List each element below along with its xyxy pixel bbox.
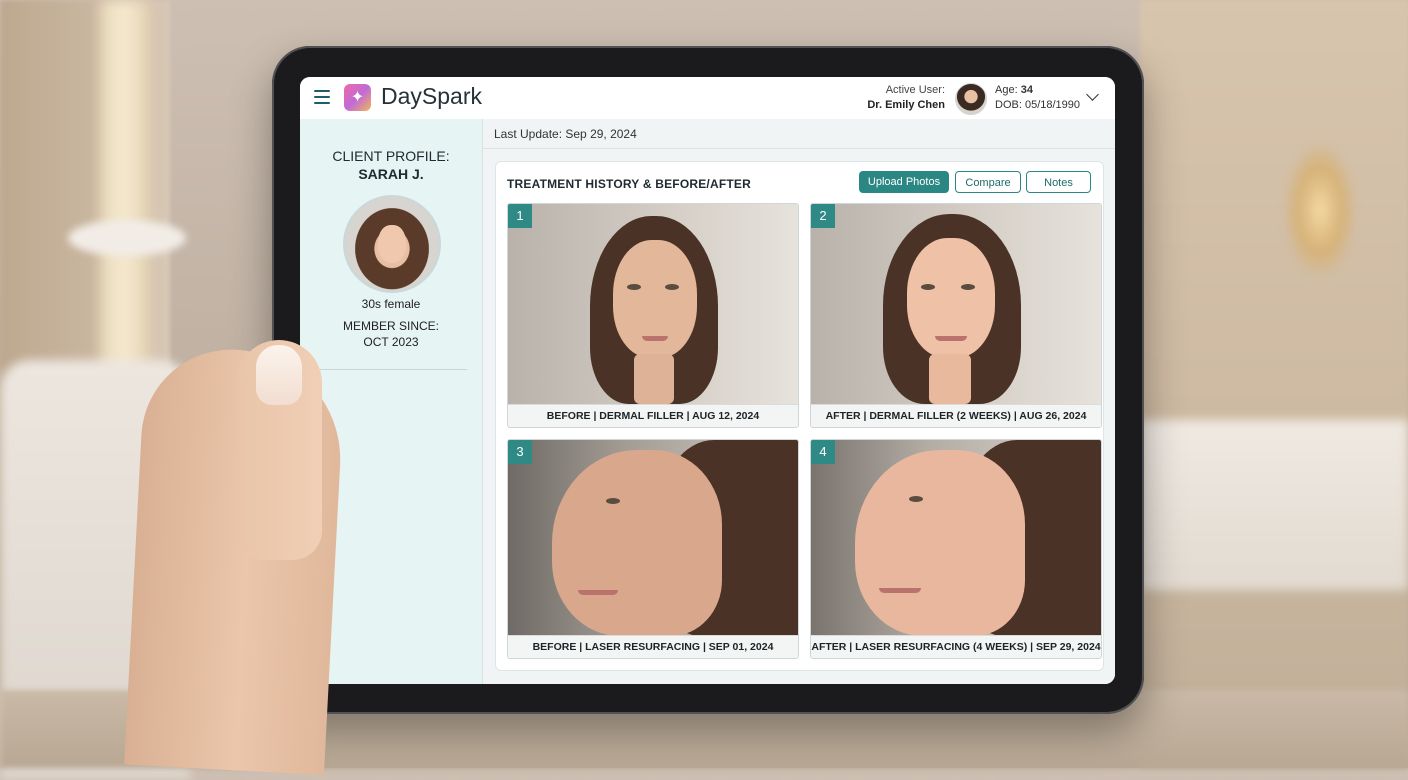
age-label: Age: xyxy=(995,84,1018,96)
member-since-label: MEMBER SINCE: xyxy=(342,319,439,333)
main-divider xyxy=(483,148,1115,149)
treatment-history-card: TREATMENT HISTORY & BEFORE/AFTER Upload … xyxy=(495,161,1104,671)
last-update-text: Last Update: Sep 29, 2024 xyxy=(494,127,637,141)
user-avatar[interactable] xyxy=(955,83,987,115)
client-avatar xyxy=(343,195,441,293)
background-lamp xyxy=(68,220,186,256)
photo-card-1[interactable]: 1 BEFORE | DERMAL FILLER | AUG 12, 2024 xyxy=(507,203,799,428)
upload-photos-button[interactable]: Upload Photos xyxy=(859,171,949,193)
chevron-down-icon[interactable] xyxy=(1086,88,1099,101)
client-profile-label: CLIENT PROFILE: xyxy=(332,148,450,164)
photo-3-image xyxy=(508,440,798,636)
age-value: 34 xyxy=(1020,84,1033,96)
client-profile-heading: CLIENT PROFILE: SARAH J. xyxy=(300,147,482,183)
menu-icon[interactable] xyxy=(314,90,330,104)
user-dob: DOB: 05/18/1990 xyxy=(995,99,1080,111)
app-logo-icon: ✦ xyxy=(344,84,371,111)
member-since-value: OCT 2023 xyxy=(363,335,419,349)
client-name: SARAH J. xyxy=(358,166,424,182)
photo-4-image xyxy=(811,440,1101,636)
photo-2-number: 2 xyxy=(811,204,835,228)
main-content: Last Update: Sep 29, 2024 TREATMENT HIST… xyxy=(483,119,1115,684)
photo-1-caption: BEFORE | DERMAL FILLER | AUG 12, 2024 xyxy=(508,404,798,427)
sidebar-divider xyxy=(320,369,467,370)
client-description: 30s female xyxy=(361,297,421,311)
photo-card-2[interactable]: 2 AFTER | DERMAL FILLER (2 WEEKS) | AUG … xyxy=(810,203,1102,428)
photo-4-number: 4 xyxy=(811,440,835,464)
dob-label: DOB: xyxy=(995,99,1022,111)
photo-4-caption: AFTER | LASER RESURFACING (4 WEEKS) | SE… xyxy=(811,635,1101,658)
background-wall-right xyxy=(1140,0,1408,768)
photo-2-caption: AFTER | DERMAL FILLER (2 WEEKS) | AUG 26… xyxy=(811,404,1101,427)
user-age: Age: 34 xyxy=(995,84,1033,96)
app-screen: ✦ DaySpark Active User: Dr. Emily Chen A… xyxy=(300,77,1115,684)
photo-2-image xyxy=(811,204,1101,404)
member-since: MEMBER SINCE: OCT 2023 xyxy=(300,318,482,350)
background-shelf xyxy=(1140,420,1408,590)
active-user-label: Active User: xyxy=(885,84,945,96)
photo-1-number: 1 xyxy=(508,204,532,228)
app-name: DaySpark xyxy=(381,83,482,109)
notes-button[interactable]: Notes xyxy=(1026,171,1091,193)
photo-3-number: 3 xyxy=(508,440,532,464)
top-bar: ✦ DaySpark Active User: Dr. Emily Chen A… xyxy=(300,77,1115,120)
photo-card-4[interactable]: 4 AFTER | LASER RESURFACING (4 WEEKS) | … xyxy=(810,439,1102,659)
background-wall-sconce xyxy=(1285,145,1355,275)
section-title: TREATMENT HISTORY & BEFORE/AFTER xyxy=(507,177,751,191)
dob-value: 05/18/1990 xyxy=(1024,99,1081,111)
photo-card-3[interactable]: 3 BEFORE | LASER RESURFACING | SEP 01, 2… xyxy=(507,439,799,659)
active-user-name: Dr. Emily Chen xyxy=(867,99,945,111)
background-light-strip xyxy=(100,0,150,420)
photo-3-caption: BEFORE | LASER RESURFACING | SEP 01, 202… xyxy=(508,635,798,658)
photo-1-image xyxy=(508,204,798,404)
thumbnail xyxy=(256,345,302,405)
compare-button[interactable]: Compare xyxy=(955,171,1021,193)
